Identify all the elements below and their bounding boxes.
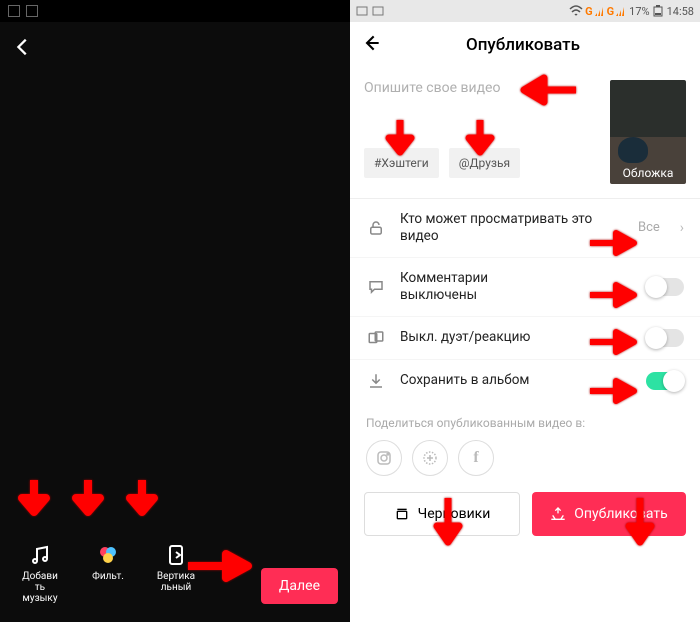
duet-icon [366, 329, 386, 347]
drafts-button[interactable]: Черновики [364, 492, 520, 536]
image-icon [372, 5, 384, 17]
sim1-g: G [585, 5, 593, 18]
page-title: Опубликовать [358, 35, 688, 55]
save-toggle[interactable] [646, 372, 684, 390]
cover-thumbnail[interactable]: Обложка [610, 80, 686, 184]
vertical-label: Вертика льный [157, 571, 195, 593]
hashtag-chip[interactable]: #Хэштеги [364, 148, 439, 178]
save-label: Сохранить в альбом [400, 372, 632, 389]
duet-label: Выкл. дуэт/реакцию [400, 329, 632, 346]
privacy-value: Все [638, 220, 660, 235]
privacy-label: Кто может просматривать это видео [400, 211, 624, 245]
battery-pct: 17% [629, 5, 649, 18]
vertical-tool[interactable]: Вертика льный [148, 543, 204, 604]
status-glyph-1 [8, 5, 20, 17]
chevron-right-icon: › [680, 220, 684, 236]
add-music-label: Добави ть музыку [22, 571, 58, 604]
music-icon [28, 543, 52, 567]
share-instagram[interactable] [366, 440, 402, 476]
vertical-icon [164, 543, 188, 567]
filters-icon [96, 543, 120, 567]
comment-icon [366, 278, 386, 296]
cover-label: Обложка [610, 166, 686, 180]
duet-row[interactable]: Выкл. дуэт/реакцию [350, 317, 700, 360]
description-field[interactable]: Опишите свое видео [364, 80, 600, 136]
publish-button[interactable]: Опубликовать [532, 492, 686, 536]
share-facebook[interactable]: f [458, 440, 494, 476]
add-music-tool[interactable]: Добави ть музыку [12, 543, 68, 604]
back-button-left[interactable] [12, 36, 34, 64]
left-status-bar [0, 0, 350, 22]
duet-toggle[interactable] [646, 329, 684, 347]
signal1-icon [595, 6, 605, 16]
filters-tool[interactable]: Фильт. [80, 543, 136, 604]
status-glyph-2 [26, 5, 38, 17]
publish-label: Опубликовать [574, 506, 668, 522]
battery-icon [653, 5, 663, 17]
next-button[interactable]: Далее [261, 568, 338, 604]
signal2-icon [616, 6, 626, 16]
filters-label: Фильт. [92, 571, 124, 582]
publish-icon [550, 506, 566, 522]
download-icon [366, 372, 386, 390]
mail-icon [356, 5, 368, 17]
sim2-g: G [607, 5, 615, 18]
comments-toggle[interactable] [646, 278, 684, 296]
privacy-row[interactable]: Кто может просматривать это видео Все › [350, 199, 700, 258]
comments-row[interactable]: Комментарии выключены [350, 258, 700, 317]
drafts-icon [394, 506, 410, 522]
right-header: Опубликовать [350, 22, 700, 68]
drafts-label: Черновики [418, 506, 491, 522]
share-more[interactable] [412, 440, 448, 476]
friends-chip[interactable]: @Друзья [449, 148, 520, 178]
save-row[interactable]: Сохранить в альбом [350, 360, 700, 402]
wifi-icon [569, 5, 583, 17]
lock-open-icon [366, 219, 386, 237]
right-status-bar: G G 17% 14:58 [350, 0, 700, 22]
clock: 14:58 [667, 5, 694, 18]
comments-label: Комментарии выключены [400, 270, 632, 304]
share-label: Поделиться опубликованным видео в: [366, 416, 684, 430]
